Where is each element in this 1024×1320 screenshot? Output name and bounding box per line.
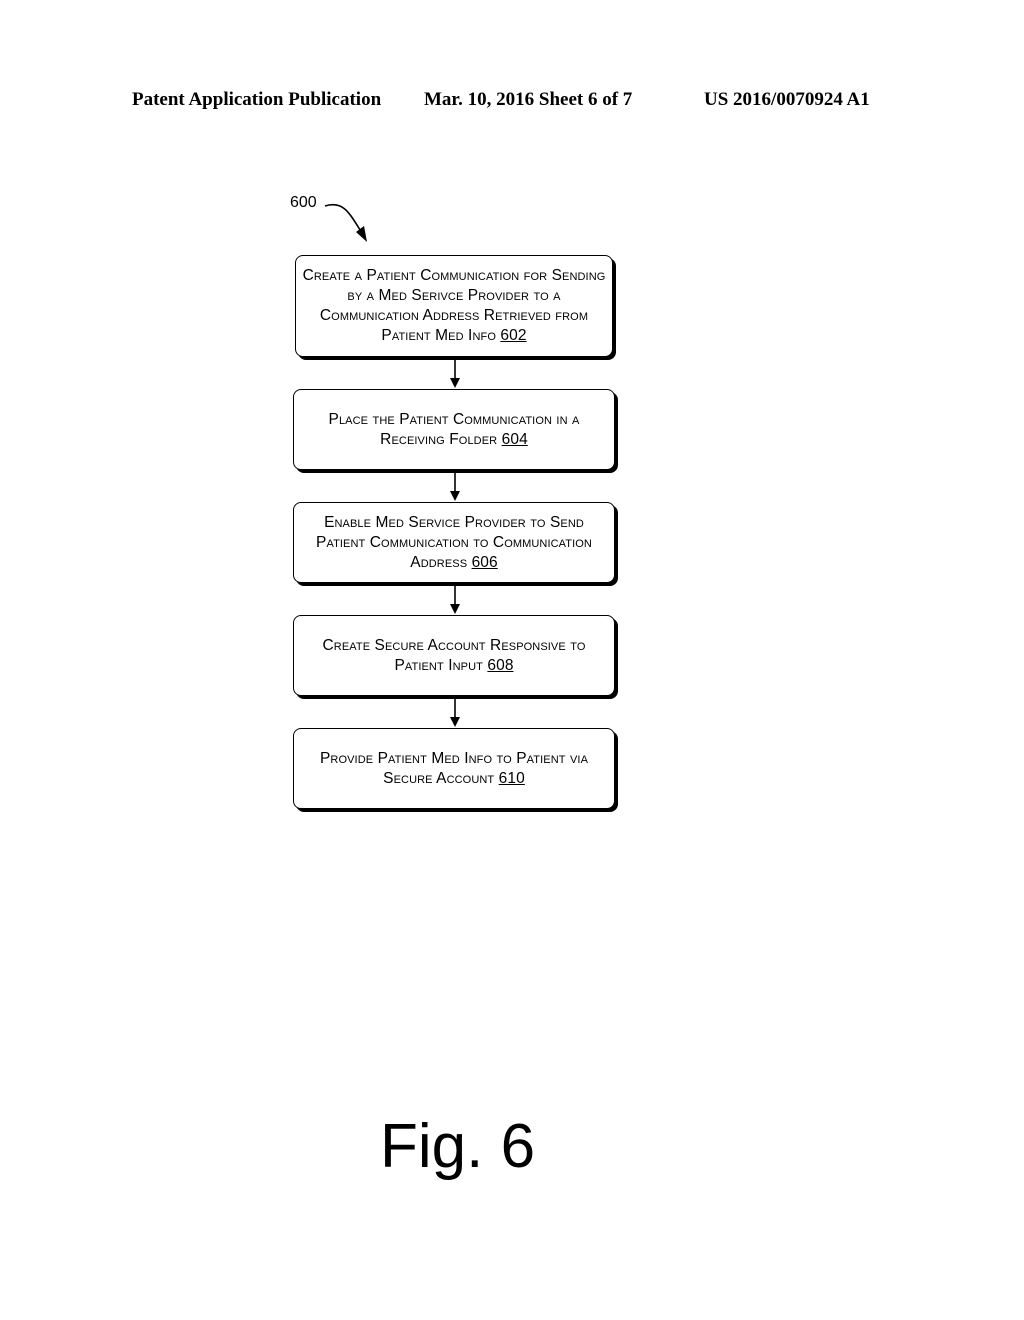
step-ref-number: 606 bbox=[471, 553, 498, 571]
step-text: Place the Patient Communication in a Rec… bbox=[328, 410, 580, 448]
step-box-604: Place the Patient Communication in a Rec… bbox=[293, 389, 615, 470]
flow-arrowhead-608 bbox=[450, 604, 460, 614]
step-text: Create Secure Account Responsive to Pati… bbox=[322, 636, 586, 674]
step-box-606: Enable Med Service Provider to Send Pati… bbox=[293, 502, 615, 583]
step-ref-number: 608 bbox=[487, 656, 514, 674]
flow-arrowhead-604 bbox=[450, 378, 460, 388]
step-box-602: Create a Patient Communication for Sendi… bbox=[295, 255, 613, 357]
step-box-608: Create Secure Account Responsive to Pati… bbox=[293, 615, 615, 696]
step-ref-number: 604 bbox=[501, 430, 528, 448]
step-ref-number: 610 bbox=[498, 769, 525, 787]
step-text: Provide Patient Med Info to Patient via … bbox=[319, 749, 589, 787]
step-ref-number: 602 bbox=[500, 327, 527, 344]
step-text: Enable Med Service Provider to Send Pati… bbox=[316, 513, 592, 571]
figure-label: Fig. 6 bbox=[380, 1112, 536, 1181]
flow-arrowhead-606 bbox=[450, 491, 460, 501]
reference-leader-arrowhead bbox=[356, 226, 367, 242]
step-text: Create a Patient Communication for Sendi… bbox=[302, 267, 606, 344]
flow-arrowhead-610 bbox=[450, 717, 460, 727]
step-box-610: Provide Patient Med Info to Patient via … bbox=[293, 728, 615, 809]
